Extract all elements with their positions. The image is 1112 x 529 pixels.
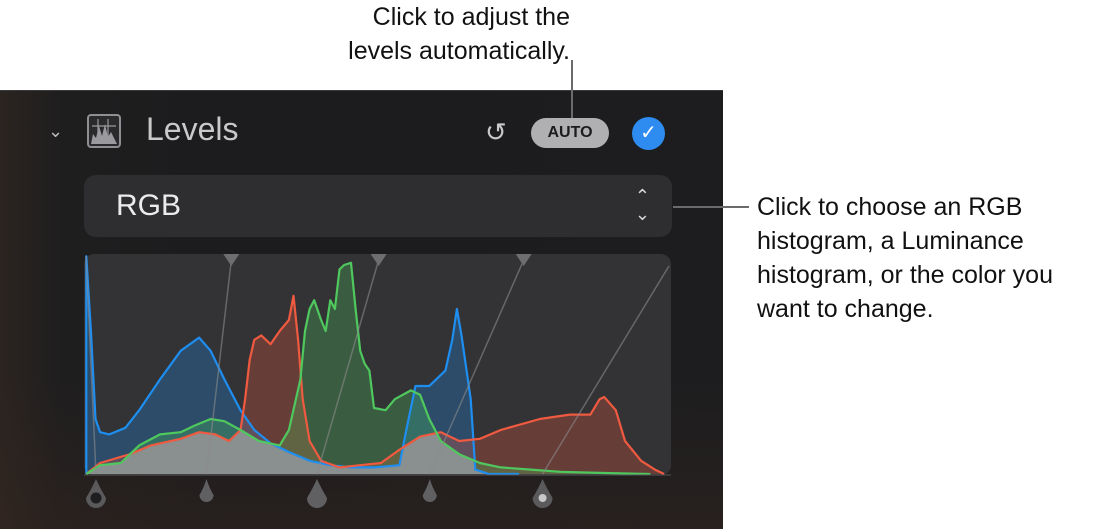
white-point-handle-center [538,494,547,502]
input-level-handle [422,479,437,502]
input-level-handle [306,479,327,508]
input-level-handle [532,479,553,508]
histogram [84,254,671,508]
black-point-handle-center [90,492,102,504]
input-level-handle [199,479,214,502]
